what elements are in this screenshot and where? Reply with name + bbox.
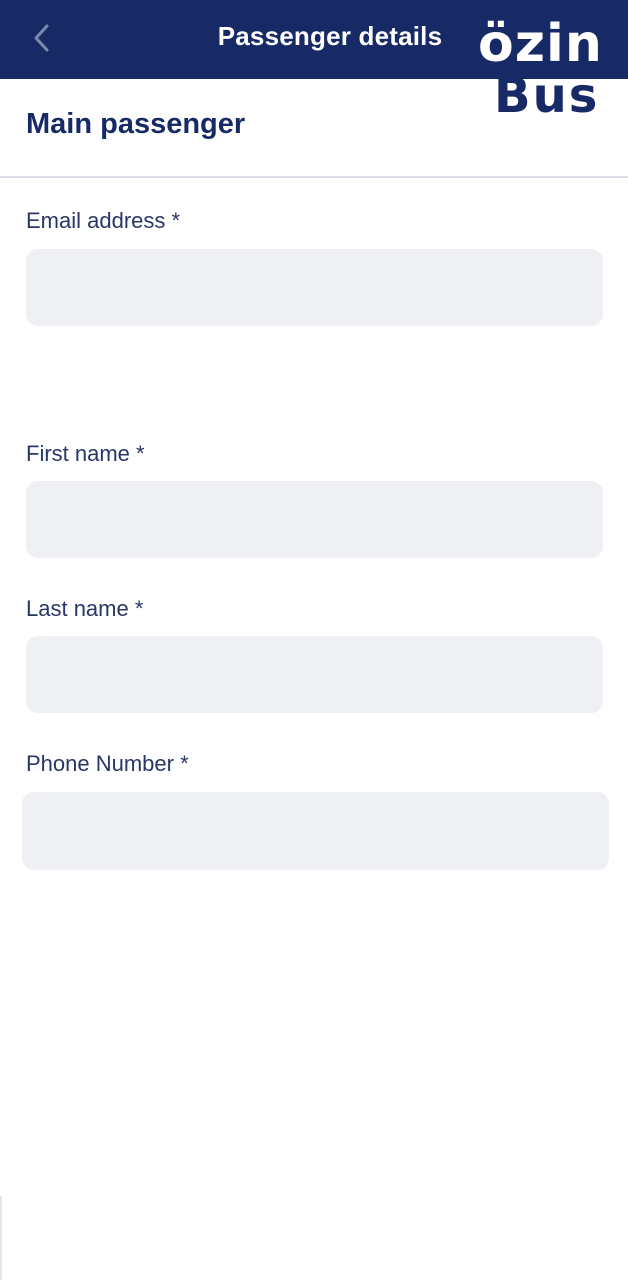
section-divider	[0, 176, 628, 178]
last-name-label: Last name *	[26, 596, 144, 621]
edge-divider	[0, 1196, 2, 1280]
first-name-field[interactable]	[26, 481, 603, 558]
email-label: Email address *	[26, 208, 181, 233]
passenger-details-screen: Passenger details özin Bus Main passenge…	[0, 0, 628, 1280]
top-app-bar: Passenger details	[0, 0, 628, 79]
phone-number-field[interactable]	[22, 792, 609, 870]
email-field[interactable]	[26, 249, 603, 326]
logo-text-bus: Bus	[494, 68, 600, 124]
page-title: Passenger details	[217, 21, 443, 51]
first-name-label: First name *	[26, 441, 145, 466]
last-name-field[interactable]	[26, 636, 603, 713]
section-title: Main passenger	[26, 108, 246, 140]
phone-number-label: Phone Number *	[26, 751, 189, 776]
